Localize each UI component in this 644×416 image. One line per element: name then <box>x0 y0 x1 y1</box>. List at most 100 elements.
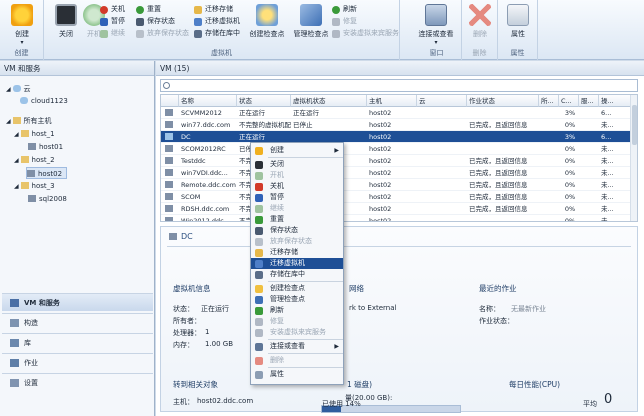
column-header-job-status[interactable]: 作业状态 <box>467 95 539 107</box>
table-row[interactable]: win7VDI.ddc... 不完 host02 已完成，且返回信息 0% 未... <box>161 167 631 179</box>
column-header-service[interactable]: 服... <box>579 95 599 107</box>
context-menu-label: 关机 <box>270 182 284 190</box>
avg-value: 0 <box>604 392 613 407</box>
cell-svc: 未... <box>601 157 614 165</box>
shutdown-button[interactable]: 关机 <box>100 4 125 15</box>
context-menu-item[interactable]: 创建检查点 <box>251 283 343 294</box>
folder-icon <box>20 130 29 137</box>
column-header-cloud[interactable]: 云 <box>417 95 467 107</box>
column-header-icon[interactable] <box>161 95 179 107</box>
column-header-vm-state[interactable]: 虚拟机状态 <box>291 95 367 107</box>
table-row[interactable]: RDSH.ddc.com 不完 host02 已完成，且返回信息 0% 未... <box>161 203 631 215</box>
search-input[interactable] <box>160 79 638 92</box>
context-menu-item[interactable]: 关闭 <box>251 159 343 170</box>
resume-icon <box>255 205 263 213</box>
search-icon <box>163 82 170 89</box>
table-row[interactable]: DC 正在运行 host02 3% 6... <box>161 131 631 143</box>
migrate-vm-button[interactable]: 迁移虚拟机 <box>194 16 240 27</box>
context-menu-item[interactable]: 连接或查看 ▶ <box>251 341 343 352</box>
create-checkpoint-button[interactable]: 创建检查点 <box>244 4 290 39</box>
state-label: 状态： <box>173 305 194 313</box>
context-menu-item[interactable]: 放弃保存状态 <box>251 236 343 247</box>
discard-saved-state-button[interactable]: 放弃保存状态 <box>136 28 189 39</box>
cell-svc: 未... <box>601 145 614 153</box>
migrate-vm-icon <box>255 260 263 268</box>
tree-item-host-2[interactable]: ◢ host_2 <box>14 154 55 166</box>
workspace-vms-services[interactable]: VM 和服务 <box>2 293 153 311</box>
state-value: 正在运行 <box>201 305 229 313</box>
migrate-storage-icon <box>194 6 202 14</box>
context-menu-item[interactable]: 存储在库中 <box>251 269 343 280</box>
manage-checkpoint-button[interactable]: 管理检查点 <box>288 4 334 39</box>
store-library-button[interactable]: 存储在库中 <box>194 28 240 39</box>
context-menu-item[interactable]: 安装虚拟来宾服务 <box>251 327 343 338</box>
workspace-jobs[interactable]: 作业 <box>2 353 153 371</box>
context-menu-item[interactable]: 关机 <box>251 181 343 192</box>
pause-button[interactable]: 暂停 <box>100 16 125 27</box>
tree-item-sql2008[interactable]: sql2008 <box>28 193 67 205</box>
context-menu-item[interactable]: 管理检查点 <box>251 294 343 305</box>
context-menu-item[interactable]: 开机 <box>251 170 343 181</box>
cell-cpu: 0% <box>564 121 576 129</box>
context-menu-item[interactable]: 创建 ▶ <box>251 145 343 156</box>
scrollbar-thumb[interactable] <box>632 105 637 145</box>
delete-button[interactable]: 删除 <box>460 4 500 39</box>
tree-item-host02[interactable]: host02 <box>26 167 68 179</box>
cell-svc: 未... <box>601 169 614 177</box>
fabric-icon <box>10 319 19 327</box>
connect-view-button[interactable]: 连接或查看 ▾ <box>416 4 456 46</box>
table-row[interactable]: Testddc 不完 host02 已完成，且返回信息 0% 未... <box>161 155 631 167</box>
workspace-settings[interactable]: 设置 <box>2 373 153 391</box>
cell-host: host02 <box>369 169 392 177</box>
tree-item-all-hosts[interactable]: ◢ 所有主机 <box>6 115 52 127</box>
context-menu-item[interactable]: 刷新 <box>251 305 343 316</box>
related-host-link[interactable]: host02.ddc.com <box>197 397 253 405</box>
tree-item-host01[interactable]: host01 <box>28 141 63 153</box>
grid-scrollbar[interactable] <box>630 95 637 221</box>
column-header-owner[interactable]: 所... <box>539 95 559 107</box>
column-header-name[interactable]: 名称 <box>179 95 237 107</box>
shutdown-icon <box>255 183 263 191</box>
migrate-storage-button[interactable]: 迁移存储 <box>194 4 233 15</box>
column-header-status[interactable]: 状态 <box>237 95 291 107</box>
context-menu-item[interactable]: 迁移虚拟机 <box>251 258 343 269</box>
workspace-fabric[interactable]: 构造 <box>2 313 153 331</box>
vm-icon <box>163 143 177 155</box>
context-menu-item[interactable]: 保存状态 <box>251 225 343 236</box>
table-row[interactable]: Win2012.ddc... 不完 host02 0% 未... <box>161 215 631 221</box>
workspace-library[interactable]: 库 <box>2 333 153 351</box>
cell-svc: 未... <box>601 205 614 213</box>
properties-button[interactable]: 属性 <box>498 4 538 39</box>
repair-button[interactable]: 修复 <box>332 16 357 27</box>
context-menu-item[interactable]: 重置 <box>251 214 343 225</box>
context-menu-item[interactable]: 迁移存储 <box>251 247 343 258</box>
resume-button[interactable]: 继续 <box>100 28 125 39</box>
column-header-cpu[interactable]: C... <box>559 95 579 107</box>
job-name-value: 无最新作业 <box>511 305 546 313</box>
context-menu-item[interactable]: 属性 <box>251 369 343 380</box>
tree-item-cloud1123[interactable]: cloud1123 <box>20 95 68 107</box>
reset-button[interactable]: 重置 <box>136 4 161 15</box>
tree-item-host-1[interactable]: ◢ host_1 <box>14 128 55 140</box>
table-row[interactable]: SCOM 不完 host02 已完成，且返回信息 0% 未... <box>161 191 631 203</box>
cell-host: host02 <box>369 133 392 141</box>
tree-item-host-3[interactable]: ◢ host_3 <box>14 180 55 192</box>
table-row[interactable]: SCVMM2012 正在运行 正在运行 host02 3% 6... <box>161 107 631 119</box>
cell-host: host02 <box>369 109 392 117</box>
table-row[interactable]: SCOM2012RC 已停 host02 0% 未... <box>161 143 631 155</box>
tree-item-cloud[interactable]: ◢ 云 <box>6 83 31 95</box>
refresh-button[interactable]: 刷新 <box>332 4 357 15</box>
context-menu-item[interactable]: 继续 <box>251 203 343 214</box>
install-integration-button[interactable]: 安装虚拟来宾服务 <box>332 28 399 39</box>
ribbon-group-delete: 删除 删除 <box>462 0 498 60</box>
column-header-host[interactable]: 主机 <box>367 95 417 107</box>
context-menu-item[interactable]: 修复 <box>251 316 343 327</box>
table-row[interactable]: Remote.ddc.com 不完 host02 已完成，且返回信息 0% 未... <box>161 179 631 191</box>
context-menu-item[interactable]: 删除 <box>251 355 343 366</box>
column-header-os[interactable]: 操... <box>599 95 631 107</box>
cell-job: 已完成，且返回信息 <box>469 193 528 201</box>
create-button[interactable]: 创建 ▾ <box>2 4 42 46</box>
table-row[interactable]: win77.ddc.com 不完整的虚拟机配置已停止 host02 已完成，且返回信息… <box>161 119 631 131</box>
context-menu-item[interactable]: 暂停 <box>251 192 343 203</box>
save-state-button[interactable]: 保存状态 <box>136 16 175 27</box>
